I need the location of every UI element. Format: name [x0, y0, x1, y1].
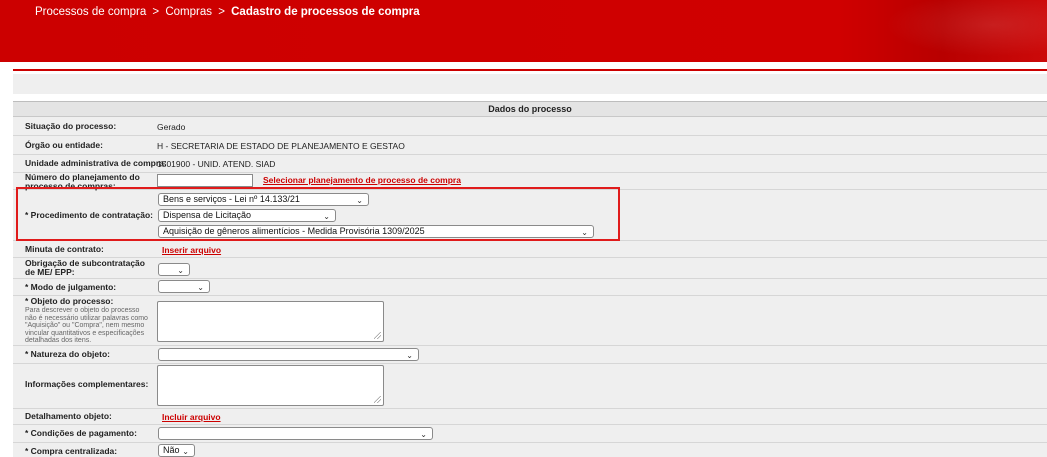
orgao-label: Órgão ou entidade:: [25, 140, 103, 150]
chevron-down-icon: ⌄: [406, 351, 413, 360]
row-informacoes: Informações complementares:: [13, 364, 1047, 409]
row-objeto: * Objeto do processo: Para descrever o o…: [13, 296, 1047, 346]
process-form: Dados do processo Situação do processo: …: [13, 101, 1047, 457]
toolbar-strip: [13, 74, 1047, 94]
breadcrumb-separator: >: [218, 6, 225, 18]
modo-julgamento-select[interactable]: ⌄: [158, 280, 210, 293]
header-banner: Processos de compra > Compras > Cadastro…: [0, 0, 1047, 62]
modo-julgamento-label: * Modo de julgamento:: [25, 282, 117, 292]
condicoes-label: * Condições de pagamento:: [25, 428, 137, 438]
selecionar-planejamento-link[interactable]: Selecionar planejamento de processo de c…: [263, 175, 461, 185]
row-orgao: Órgão ou entidade: H - SECRETARIA DE EST…: [13, 136, 1047, 155]
annotation-highlight-box: [16, 187, 620, 241]
objeto-label-text: * Objeto do processo:: [25, 296, 114, 306]
unidade-label: Unidade administrativa de compra:: [25, 158, 167, 168]
row-unidade: Unidade administrativa de compra: 150190…: [13, 155, 1047, 173]
informacoes-textarea[interactable]: [157, 365, 384, 406]
content-top-rule: [13, 69, 1047, 71]
informacoes-label: Informações complementares:: [25, 379, 149, 389]
subcontratacao-select[interactable]: ⌄: [158, 263, 190, 276]
natureza-label: * Natureza do objeto:: [25, 349, 111, 359]
incluir-arquivo-link[interactable]: Incluir arquivo: [162, 412, 221, 422]
chevron-down-icon: ⌄: [182, 447, 189, 456]
chevron-down-icon: ⌄: [177, 266, 184, 275]
row-modo-julgamento: * Modo de julgamento: ⌄: [13, 279, 1047, 296]
objeto-hint: Para descrever o objeto do processo não …: [25, 307, 148, 344]
row-natureza: * Natureza do objeto: ⌄: [13, 346, 1047, 364]
orgao-value: H - SECRETARIA DE ESTADO DE PLANEJAMENTO…: [157, 141, 405, 151]
numero-planejamento-input[interactable]: [157, 174, 253, 187]
section-title: Dados do processo: [13, 102, 1047, 117]
breadcrumb-current: Cadastro de processos de compra: [231, 6, 420, 18]
unidade-value: 1501900 - UNID. ATEND. SIAD: [157, 159, 276, 169]
breadcrumb-item-processos[interactable]: Processos de compra: [35, 6, 146, 18]
row-detalhamento: Detalhamento objeto: Incluir arquivo: [13, 409, 1047, 425]
breadcrumb-separator: >: [152, 6, 160, 18]
centralizada-label: * Compra centralizada:: [25, 446, 118, 456]
row-subcontratacao: Obrigação de subcontratação de ME/ EPP: …: [13, 258, 1047, 279]
detalhamento-label: Detalhamento objeto:: [25, 411, 112, 421]
row-minuta: Minuta de contrato: Inserir arquivo: [13, 241, 1047, 258]
row-condicoes: * Condições de pagamento: ⌄: [13, 425, 1047, 443]
situacao-label: Situação do processo:: [25, 121, 117, 131]
objeto-textarea[interactable]: [157, 301, 384, 342]
row-situacao: Situação do processo: Gerado: [13, 117, 1047, 136]
breadcrumb: Processos de compra > Compras > Cadastro…: [35, 6, 420, 18]
header-decoration: [867, 0, 1047, 62]
condicoes-select[interactable]: ⌄: [158, 427, 433, 440]
minuta-label: Minuta de contrato:: [25, 244, 104, 254]
resize-grip-icon[interactable]: [374, 332, 381, 339]
row-centralizada: * Compra centralizada: Não ⌄: [13, 443, 1047, 457]
objeto-label: * Objeto do processo: Para descrever o o…: [25, 297, 149, 345]
situacao-value: Gerado: [157, 122, 186, 132]
subcontratacao-label: Obrigação de subcontratação de ME/ EPP:: [25, 258, 145, 277]
chevron-down-icon: ⌄: [420, 430, 427, 439]
chevron-down-icon: ⌄: [197, 283, 204, 292]
resize-grip-icon[interactable]: [374, 396, 381, 403]
centralizada-select-value: Não: [163, 445, 180, 455]
breadcrumb-item-compras[interactable]: Compras: [165, 6, 212, 18]
inserir-arquivo-link[interactable]: Inserir arquivo: [162, 245, 221, 255]
natureza-select[interactable]: ⌄: [158, 348, 419, 361]
centralizada-select[interactable]: Não ⌄: [158, 444, 195, 457]
